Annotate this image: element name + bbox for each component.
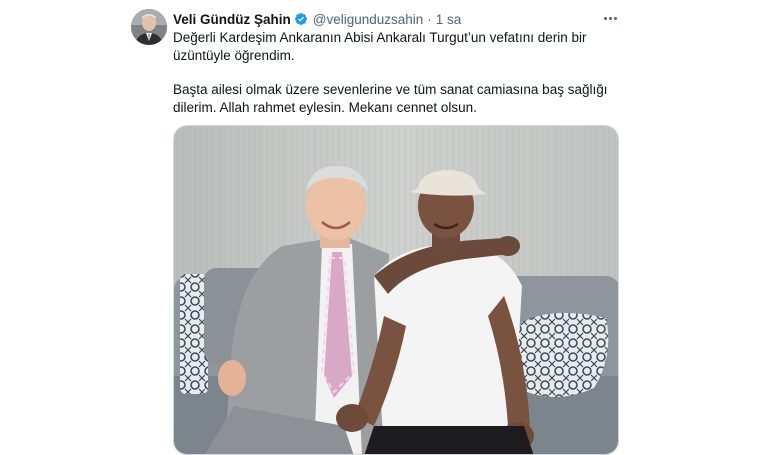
author-display-name[interactable]: Veli Gündüz Şahin	[173, 12, 291, 27]
tweet-text: Değerli Kardeşim Ankaranın Abisi Ankaral…	[173, 29, 623, 116]
tweet-paragraph: Başta ailesi olmak üzere sevenlerine ve …	[173, 82, 608, 115]
avatar-photo	[131, 9, 167, 45]
tweet-photo[interactable]	[173, 125, 619, 455]
tweet-timestamp[interactable]: 1 sa	[436, 12, 462, 27]
tweet-paragraph: Değerli Kardeşim Ankaranın Abisi Ankaral…	[173, 30, 587, 63]
tweet-header: Veli Gündüz Şahin @veligunduzsahin · 1 s…	[173, 9, 461, 29]
author-handle[interactable]: @veligunduzsahin	[313, 12, 424, 27]
photo-illustration	[174, 126, 618, 454]
verified-badge-icon	[294, 13, 307, 25]
more-options-button[interactable]	[599, 10, 621, 26]
avatar[interactable]	[131, 9, 167, 45]
tweet-card: Veli Gündüz Şahin @veligunduzsahin · 1 s…	[0, 0, 780, 455]
header-separator: ·	[427, 11, 432, 27]
more-dot	[613, 16, 617, 20]
more-dot	[608, 16, 612, 20]
more-horizontal-icon	[603, 16, 607, 20]
